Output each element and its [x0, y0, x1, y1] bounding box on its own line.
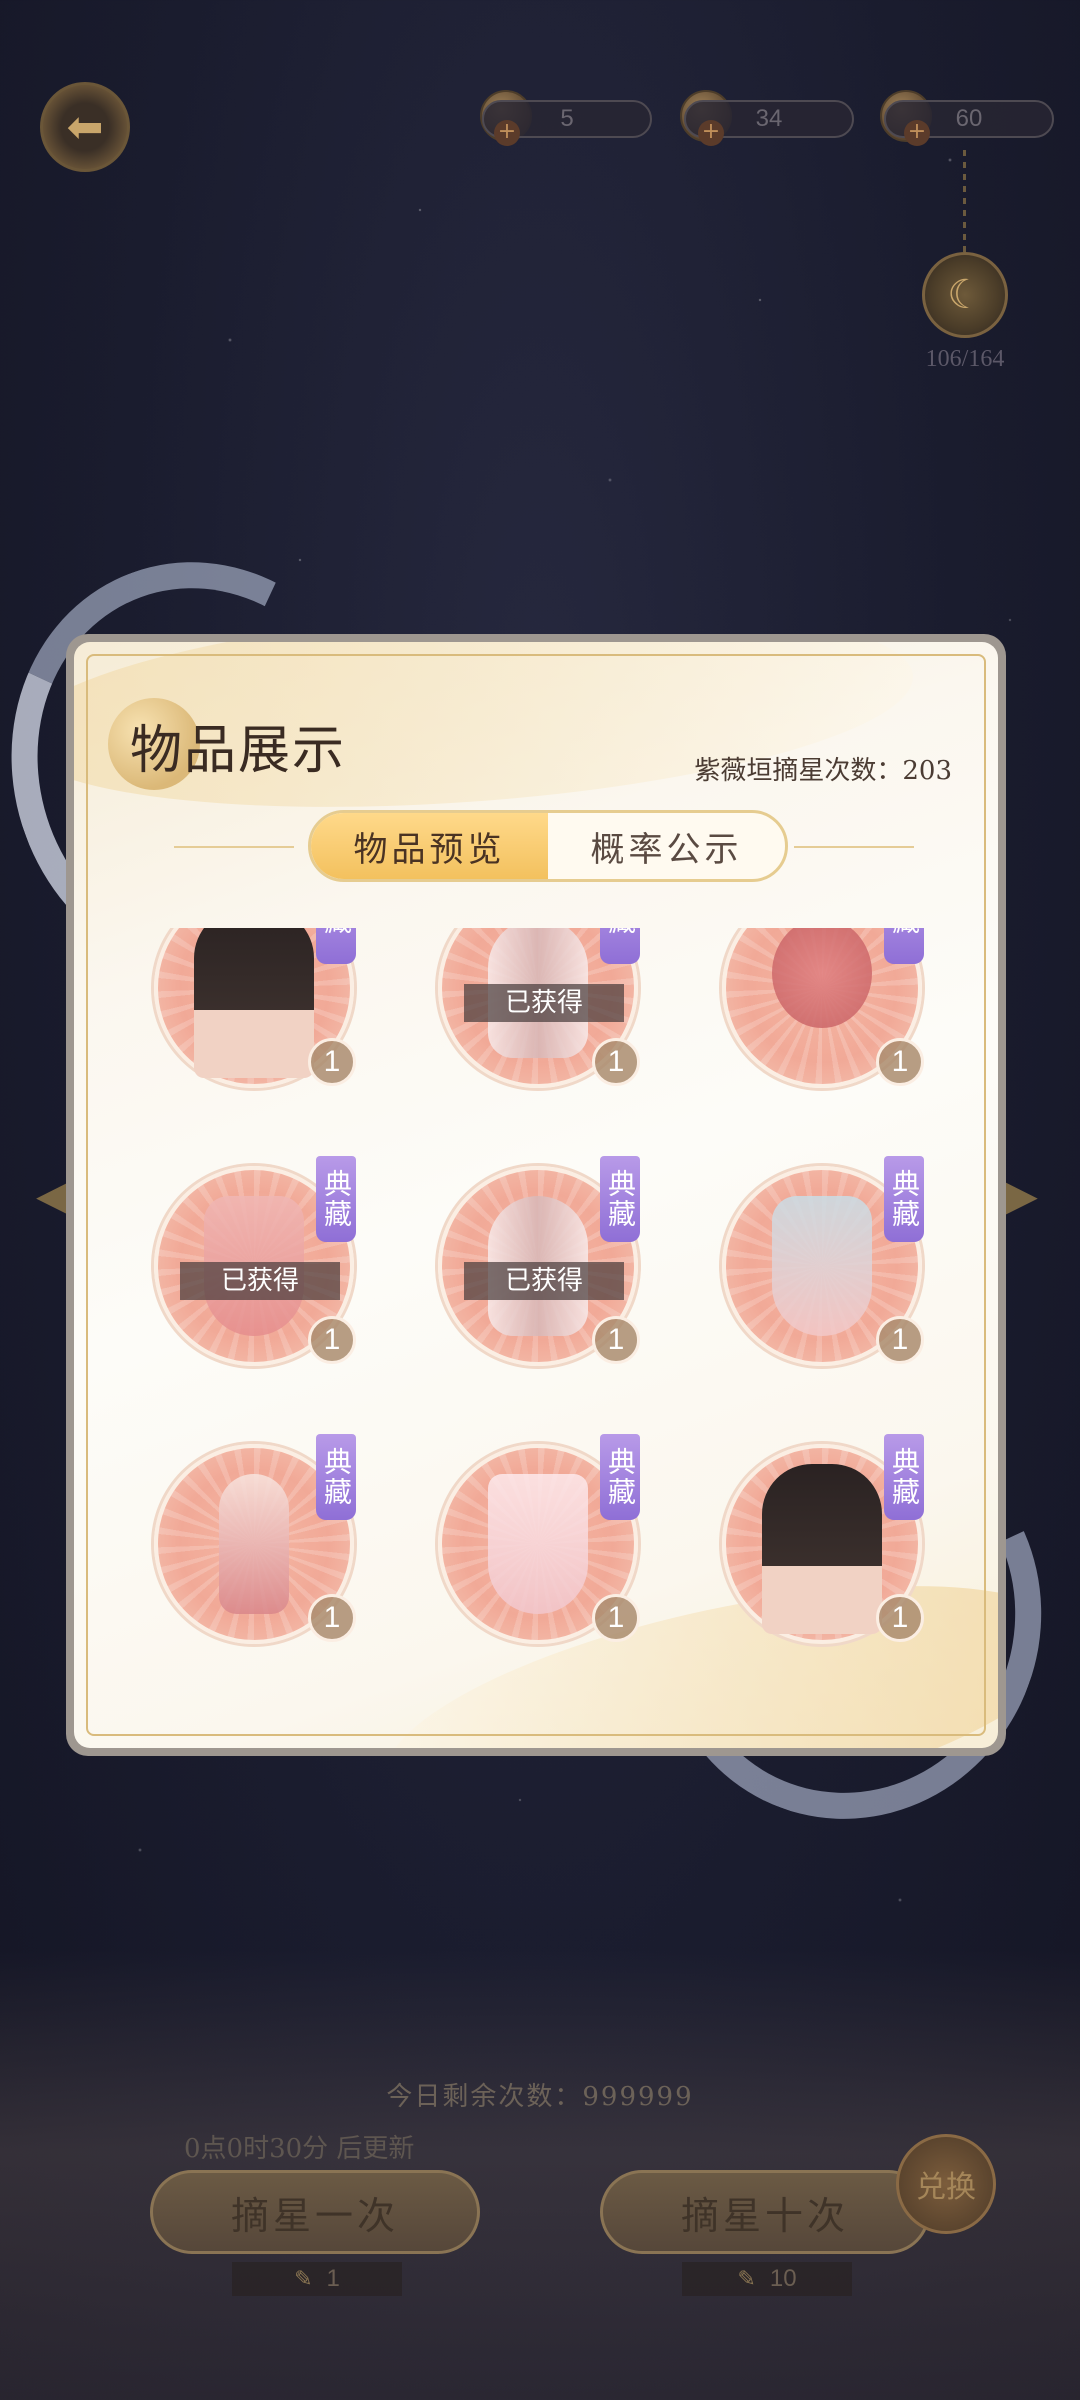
crescent-moon-icon: ☾: [947, 272, 983, 318]
item-image: [772, 1196, 872, 1336]
draw-once-cost-value: 1: [326, 2265, 340, 2292]
currency-3-add-button[interactable]: +: [904, 120, 930, 146]
remaining-draws: 今日剩余次数：999999: [386, 2082, 694, 2112]
currency-1-add-button[interactable]: +: [494, 120, 520, 146]
tab-bar: 物品预览 概率公示: [308, 810, 788, 882]
item-image: [488, 1474, 588, 1614]
currency-2-add-button[interactable]: +: [698, 120, 724, 146]
draw-ten-cost: ✎ 10: [682, 2262, 852, 2296]
item-image: [762, 1464, 882, 1634]
collection-badge: 藏: [316, 928, 356, 964]
currency-1-value: 5: [560, 105, 574, 132]
currency-3-value: 60: [955, 105, 983, 132]
item-quantity: 1: [876, 1316, 924, 1364]
collection-badge: 典藏: [884, 1434, 924, 1520]
item-card[interactable]: 典藏 已获得 1: [428, 1156, 658, 1386]
panel-body: 物品展示 紫薇垣摘星次数：203 物品预览 概率公示 藏 1 藏 已获得 1: [74, 642, 998, 1748]
moon-badge-button[interactable]: ☾: [922, 252, 1008, 338]
tab-item-preview[interactable]: 物品预览: [311, 813, 548, 879]
item-quantity: 1: [308, 1038, 356, 1086]
obtained-label: 已获得: [464, 1262, 624, 1300]
tab-left-divider: [174, 846, 294, 848]
collection-badge: 典藏: [884, 1156, 924, 1242]
panel-title: 物品展示: [130, 721, 347, 781]
item-quantity: 1: [308, 1316, 356, 1364]
exchange-seal-label: 兑换: [916, 2170, 976, 2205]
draw-ten-cost-value: 10: [769, 2265, 797, 2292]
item-quantity: 1: [592, 1594, 640, 1642]
draw-once-button[interactable]: 摘星一次: [150, 2170, 480, 2254]
collection-badge: 典藏: [600, 1156, 640, 1242]
chain-decoration: [963, 150, 966, 265]
collection-badge: 典藏: [600, 1434, 640, 1520]
draw-count: 紫薇垣摘星次数：203: [694, 756, 952, 786]
collection-badge: 藏: [884, 928, 924, 964]
tab-probability[interactable]: 概率公示: [548, 813, 785, 879]
left-arrow-icon: ◀: [36, 1170, 70, 1221]
item-quantity: 1: [592, 1038, 640, 1086]
collection-badge: 典藏: [316, 1434, 356, 1520]
item-display-panel: 物品展示 紫薇垣摘星次数：203 物品预览 概率公示 藏 1 藏 已获得 1: [66, 634, 1006, 1756]
back-arrow-icon: ⬅: [66, 101, 104, 153]
item-card[interactable]: 藏 1: [144, 928, 374, 1108]
item-card[interactable]: 典藏 1: [428, 1434, 658, 1664]
currency-2-value: 34: [755, 105, 783, 132]
quill-icon: ✎: [294, 2266, 313, 2291]
draw-ten-button[interactable]: 摘星十次: [600, 2170, 930, 2254]
exchange-seal-button[interactable]: 兑换: [896, 2134, 996, 2234]
item-card[interactable]: 典藏 1: [712, 1156, 942, 1386]
item-card[interactable]: 典藏 已获得 1: [144, 1156, 374, 1386]
item-image: [219, 1474, 289, 1614]
item-card[interactable]: 藏 已获得 1: [428, 928, 658, 1108]
tab-right-divider: [794, 846, 914, 848]
right-arrow-icon: ▶: [1004, 1170, 1038, 1221]
item-card[interactable]: 典藏 1: [144, 1434, 374, 1664]
obtained-label: 已获得: [180, 1262, 340, 1300]
collection-badge: 藏: [600, 928, 640, 964]
back-button[interactable]: ⬅: [40, 82, 130, 172]
item-card[interactable]: 典藏 1: [712, 1434, 942, 1664]
obtained-label: 已获得: [464, 984, 624, 1022]
draw-once-cost: ✎ 1: [232, 2262, 402, 2296]
refresh-timer: 0点0时30分 后更新: [184, 2134, 415, 2164]
item-quantity: 1: [876, 1038, 924, 1086]
quill-icon: ✎: [737, 2266, 756, 2291]
item-quantity: 1: [876, 1594, 924, 1642]
moon-progress: 106/164: [925, 346, 1005, 372]
item-image: [194, 928, 314, 1078]
collection-badge: 典藏: [316, 1156, 356, 1242]
item-quantity: 1: [308, 1594, 356, 1642]
items-grid: 藏 1 藏 已获得 1 藏 1 典藏 已获得 1: [144, 928, 944, 1698]
item-card[interactable]: 藏 1: [712, 928, 942, 1108]
item-quantity: 1: [592, 1316, 640, 1364]
